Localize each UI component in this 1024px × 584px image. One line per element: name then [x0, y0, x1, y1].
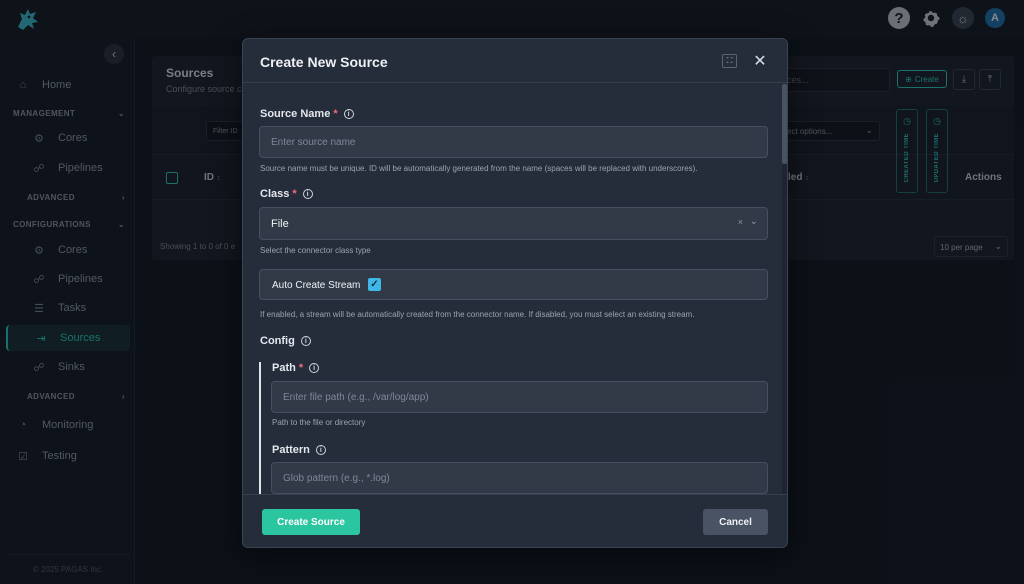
expand-icon[interactable]: ⛶: [722, 54, 737, 68]
class-help: Select the connector class type: [260, 246, 371, 255]
source-name-label: Source Name * i: [260, 108, 354, 120]
auto-create-stream-checkbox[interactable]: ✓: [368, 278, 381, 291]
info-icon[interactable]: i: [300, 336, 311, 346]
scrollbar-thumb[interactable]: [782, 84, 787, 164]
cancel-button[interactable]: Cancel: [703, 509, 768, 535]
auto-create-stream-label: Auto Create Stream: [272, 280, 361, 291]
modal-footer: Create Source Cancel: [243, 494, 787, 547]
modal-header: Create New Source ⛶ ✕: [243, 39, 787, 83]
config-group-border: [259, 362, 261, 494]
chevron-down-icon[interactable]: ⌄: [750, 216, 758, 227]
pattern-input[interactable]: Glob pattern (e.g., *.log): [271, 462, 768, 494]
close-icon[interactable]: ✕: [752, 52, 768, 70]
info-icon[interactable]: i: [302, 189, 313, 199]
required-marker: *: [298, 362, 304, 374]
clear-icon[interactable]: ×: [738, 217, 743, 227]
config-label: Config i: [260, 335, 311, 347]
modal-body: Source Name * i Enter source name Source n…: [243, 84, 787, 494]
required-marker: *: [292, 188, 297, 200]
path-help: Path to the file or directory: [272, 418, 366, 427]
class-label: Class * i: [260, 188, 313, 200]
auto-create-stream-field[interactable]: Auto Create Stream ✓: [259, 269, 768, 300]
pattern-label: Pattern i: [272, 444, 326, 456]
auto-create-stream-help: If enabled, a stream will be automatical…: [260, 310, 695, 319]
info-icon[interactable]: i: [343, 109, 354, 119]
path-input[interactable]: Enter file path (e.g., /var/log/app): [271, 381, 768, 413]
create-source-modal: Create New Source ⛶ ✕ Source Name * i Ente…: [242, 38, 788, 548]
source-name-help: Source name must be unique. ID will be a…: [260, 164, 698, 173]
source-name-input[interactable]: Enter source name: [259, 126, 768, 158]
class-select[interactable]: File × ⌄: [259, 207, 768, 240]
info-icon[interactable]: i: [309, 363, 320, 373]
modal-scrollbar[interactable]: [782, 84, 787, 494]
info-icon[interactable]: i: [315, 445, 326, 455]
path-label: Path * i: [272, 362, 320, 374]
create-source-button[interactable]: Create Source: [262, 509, 360, 535]
modal-title: Create New Source: [260, 54, 388, 70]
required-marker: *: [333, 108, 338, 120]
